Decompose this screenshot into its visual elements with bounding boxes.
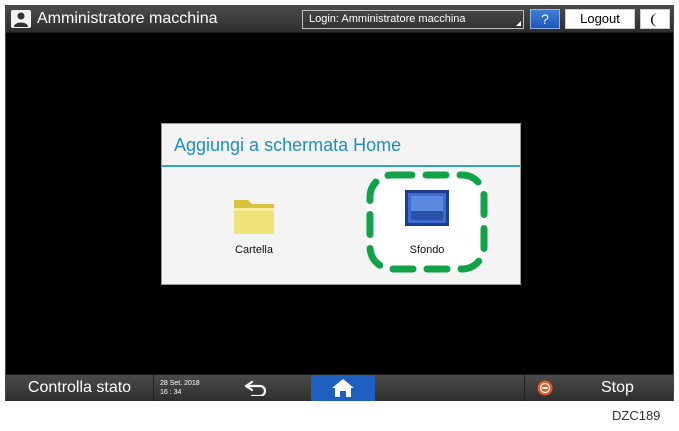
moon-icon: [651, 13, 658, 27]
logout-button[interactable]: Logout: [565, 9, 635, 29]
date-text: 28 Set. 2018: [160, 380, 200, 387]
stop-label: Stop: [601, 379, 634, 396]
date-time: 28 Set. 2018 16 : 34: [160, 379, 200, 397]
help-button[interactable]: ?: [530, 9, 560, 29]
dialog-title: Aggiungi a schermata Home: [174, 135, 402, 155]
energy-saver-button[interactable]: [640, 9, 670, 29]
back-arrow-icon: [244, 380, 267, 396]
figure-code: DZC189: [612, 408, 661, 423]
stop-button[interactable]: Stop: [524, 375, 674, 401]
login-label: Login: Amministratore macchina: [309, 13, 466, 25]
check-status-button[interactable]: Controlla stato: [6, 375, 154, 401]
login-status[interactable]: Login: Amministratore macchina: [302, 10, 524, 29]
screen: Amministratore macchina Login: Amministr…: [5, 5, 674, 401]
folder-option[interactable]: Cartella: [224, 188, 284, 258]
corner-indicator-icon: [516, 21, 521, 26]
back-button[interactable]: [236, 375, 296, 401]
selection-highlight: [366, 171, 488, 273]
time-text: 16 : 34: [160, 389, 182, 396]
top-bar: Amministratore macchina Login: Amministr…: [6, 6, 673, 33]
folder-icon: [234, 200, 274, 234]
user-icon: [11, 10, 31, 28]
bottom-bar: Controlla stato 28 Set. 2018 16 : 34 Sto…: [6, 374, 673, 401]
add-to-home-dialog: Aggiungi a schermata Home Cartella Sfond…: [161, 123, 521, 285]
stop-icon: [537, 380, 553, 396]
user-name: Amministratore macchina: [37, 10, 218, 27]
home-button[interactable]: [311, 375, 375, 401]
home-icon: [332, 379, 354, 397]
folder-label: Cartella: [235, 244, 273, 256]
